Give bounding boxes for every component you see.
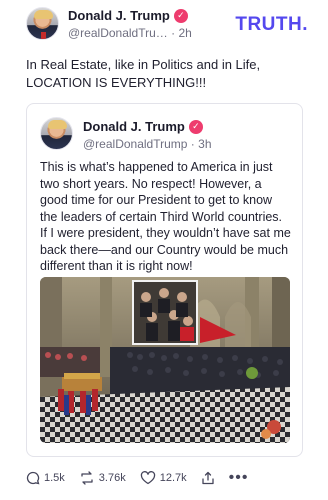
quoted-post-time[interactable]: 3h [198,137,211,151]
author-line: Donald J. Trump ✓ [68,8,188,23]
post-header: Donald J. Trump ✓ @realDonaldTru… · 2h T… [26,7,312,43]
like-button[interactable]: 12.7k [140,471,187,485]
quoted-avatar[interactable] [40,117,73,150]
quoted-author-line: Donald J. Trump ✓ [83,119,203,134]
avatar[interactable] [26,7,59,40]
verified-badge-icon: ✓ [173,8,188,23]
handle-time: @realDonaldTru… · 2h [68,26,192,40]
reply-button[interactable]: 1.5k [26,471,65,485]
abbey-scene-image [40,277,290,443]
more-icon[interactable]: ••• [229,470,249,486]
reply-icon [26,471,40,485]
quoted-post[interactable]: Donald J. Trump ✓ @realDonaldTrump · 3h … [26,103,303,457]
quoted-post-text: This is what’s happened to America in ju… [40,160,291,273]
like-icon [140,471,155,485]
author-handle[interactable]: @realDonaldTru… [68,26,168,40]
share-button[interactable] [201,471,215,485]
truth-logo: TRUTH. [235,14,308,35]
retruth-icon [81,471,93,485]
post-text: In Real Estate, like in Politics and in … [26,57,261,90]
quoted-author-name[interactable]: Donald J. Trump [83,119,185,134]
quoted-media-image[interactable] [40,277,290,443]
quoted-author-handle[interactable]: @realDonaldTrump [83,137,187,151]
quoted-handle-time: @realDonaldTrump · 3h [83,137,212,151]
share-icon [201,471,214,485]
reply-count: 1.5k [44,472,65,484]
verified-badge-icon: ✓ [188,119,203,134]
retruth-button[interactable]: 3.76k [79,471,126,485]
retruth-count: 3.76k [98,472,126,484]
action-bar: 1.5k 3.76k 12.7k ••• [26,470,249,486]
author-name[interactable]: Donald J. Trump [68,8,170,23]
like-count: 12.7k [159,472,187,484]
truth-post: Donald J. Trump ✓ @realDonaldTru… · 2h T… [0,0,328,500]
post-time[interactable]: 2h [178,26,191,40]
